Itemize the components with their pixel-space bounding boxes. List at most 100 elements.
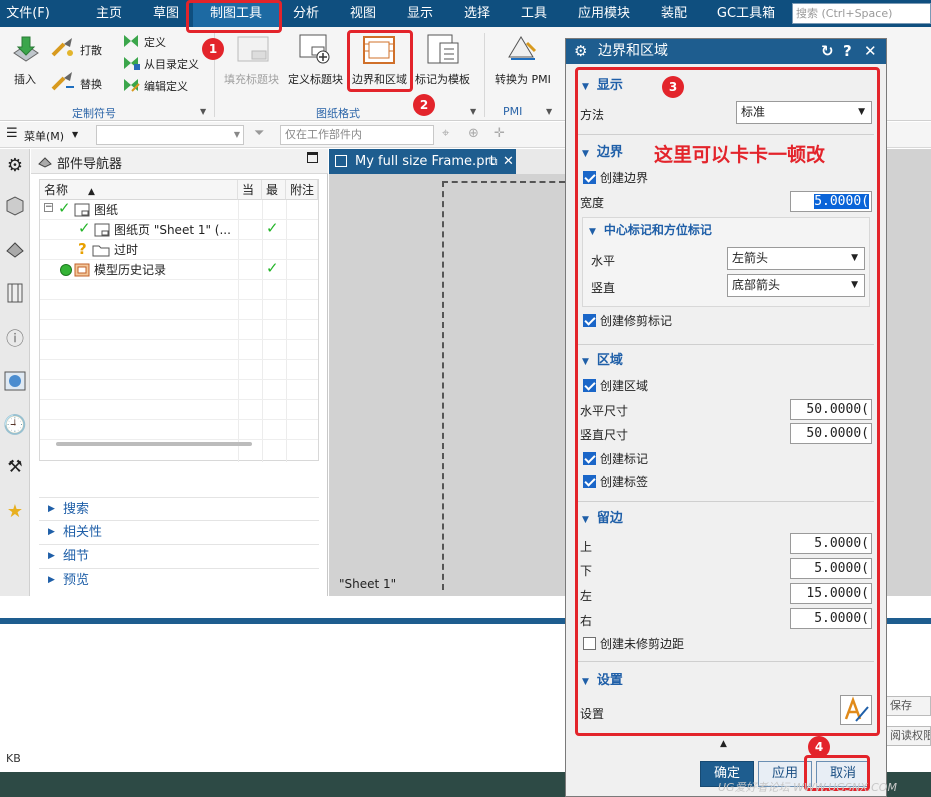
column-current[interactable]: 当: [238, 180, 262, 200]
snap-end-icon[interactable]: ✛: [494, 126, 505, 141]
panel-search[interactable]: ▶ 搜索: [39, 497, 319, 520]
scatter-icon[interactable]: [50, 35, 76, 59]
menu-assembly[interactable]: 装配: [652, 0, 696, 27]
dialog-titlebar[interactable]: ⚙ 边界和区域 ↻ ? ✕: [566, 39, 886, 64]
group-expand-icon[interactable]: ▼: [470, 107, 476, 116]
empty-row: [40, 360, 318, 380]
expand-icon: ▶: [48, 575, 55, 585]
column-name[interactable]: 名称 ▲: [40, 180, 238, 200]
edit-define-icon[interactable]: [122, 77, 140, 93]
empty-row: [40, 300, 318, 320]
filter-icon[interactable]: ⏷: [254, 126, 264, 141]
menu-select[interactable]: 选择: [455, 0, 499, 27]
panel-details[interactable]: ▶ 细节: [39, 544, 319, 567]
menu-application[interactable]: 应用模块: [571, 0, 637, 27]
convert-pmi-label[interactable]: 转换为 PMI: [495, 71, 551, 87]
replace-label[interactable]: 替换: [80, 76, 102, 92]
tree-label: 图纸页 "Sheet 1" (...: [114, 223, 231, 237]
panel-label: 预览: [63, 573, 90, 588]
type-filter-combo[interactable]: ▼: [96, 125, 244, 145]
maximize-icon[interactable]: [307, 152, 318, 163]
help-icon[interactable]: ?: [843, 39, 852, 64]
read-permission-button[interactable]: 阅读权限: [886, 726, 931, 746]
convert-pmi-icon[interactable]: [505, 33, 539, 65]
menu-gc-toolbox[interactable]: GC工具箱: [708, 0, 784, 27]
command-search-input[interactable]: 搜索 (Ctrl+Space): [792, 3, 931, 24]
chevron-down-icon: ▼: [233, 130, 240, 139]
scope-filter-combo[interactable]: 仅在工作部件内: [280, 125, 434, 145]
define-from-dir-label[interactable]: 从目录定义: [144, 56, 199, 72]
history-clock-icon[interactable]: 🕘: [3, 413, 27, 437]
assembly-navigator-icon[interactable]: [3, 193, 27, 217]
close-icon[interactable]: ✕: [864, 39, 877, 64]
dialog-title: 边界和区域: [598, 43, 668, 59]
horizontal-scrollbar[interactable]: [56, 442, 252, 446]
define-from-dir-icon[interactable]: [122, 55, 140, 71]
menu-hamburger-icon[interactable]: ☰: [6, 126, 18, 141]
annotation-badge-1: 1: [202, 38, 224, 60]
document-tab[interactable]: My full size Frame.prt ⧉ ✕: [329, 149, 516, 174]
check-icon: ✓: [78, 219, 91, 237]
column-notes[interactable]: 附注: [286, 180, 318, 200]
status-size: KB: [6, 752, 21, 765]
reuse-library-icon[interactable]: [3, 281, 27, 305]
annotation-badge-3: 3: [662, 76, 684, 98]
menu-sketch[interactable]: 草图: [144, 0, 188, 27]
empty-row: [40, 420, 318, 440]
close-tab-icon[interactable]: ✕: [503, 149, 514, 174]
annotation-box-dialog-body: [575, 67, 880, 736]
menu-view[interactable]: 视图: [341, 0, 385, 27]
empty-row: [40, 280, 318, 300]
define-icon[interactable]: [122, 33, 140, 49]
define-label[interactable]: 定义: [144, 34, 166, 50]
reset-icon[interactable]: ↻: [821, 39, 834, 64]
menu-file[interactable]: 文件(F): [0, 0, 56, 27]
graphics-canvas-right[interactable]: [884, 149, 931, 596]
group-expand-icon[interactable]: ▼: [200, 107, 206, 116]
detach-tab-icon[interactable]: ⧉: [489, 149, 498, 174]
insert-icon[interactable]: [10, 33, 42, 65]
gear-icon[interactable]: ⚙: [3, 155, 27, 179]
column-name-label: 名称: [44, 183, 69, 197]
document-tabbar: My full size Frame.prt ⧉ ✕: [329, 149, 565, 174]
model-history-icon: [74, 263, 90, 277]
tree-row-drawing[interactable]: − ✓ 图纸: [40, 199, 318, 220]
part-file-icon: [335, 155, 347, 167]
menu-analysis[interactable]: 分析: [284, 0, 328, 27]
favorites-star-icon[interactable]: ★: [3, 501, 27, 525]
menu-dropdown-icon[interactable]: ▼: [72, 130, 78, 139]
save-side-button[interactable]: 保存: [886, 696, 931, 716]
define-title-block-icon[interactable]: [298, 33, 332, 65]
snap-icon[interactable]: ⌖: [442, 126, 449, 141]
tools-icon[interactable]: ⚒: [3, 457, 27, 481]
replace-icon[interactable]: [50, 69, 76, 93]
tree-row-sheet[interactable]: ✓ 图纸页 "Sheet 1" (... ✓: [40, 219, 318, 240]
empty-row: [40, 320, 318, 340]
panel-label: 搜索: [63, 502, 90, 517]
empty-row: [40, 400, 318, 420]
menu-home[interactable]: 主页: [86, 0, 132, 27]
info-icon[interactable]: ⓘ: [3, 325, 27, 350]
snap-point-icon[interactable]: ⊕: [468, 126, 479, 141]
mark-template-icon[interactable]: [426, 33, 460, 65]
mark-template-label[interactable]: 标记为模板: [415, 71, 470, 87]
part-navigator-icon[interactable]: [3, 235, 27, 259]
resource-bar: ⚙ ⓘ 🕘 ⚒ ★: [0, 149, 30, 596]
menu-display[interactable]: 显示: [398, 0, 442, 27]
scatter-label[interactable]: 打散: [80, 42, 102, 58]
web-browser-icon[interactable]: [3, 369, 27, 393]
menu-button[interactable]: 菜单(M): [24, 128, 64, 144]
annotation-box-drafting-tools: [186, 0, 282, 33]
collapse-toggle-icon[interactable]: −: [44, 203, 53, 212]
tree-row-outdated[interactable]: ? 过时: [40, 240, 318, 260]
column-latest[interactable]: 最: [262, 180, 286, 200]
status-dot-icon: [60, 264, 72, 276]
group-expand-icon[interactable]: ▼: [546, 107, 552, 116]
tree-row-model-history[interactable]: 模型历史记录 ✓: [40, 259, 318, 280]
edit-define-label[interactable]: 编辑定义: [144, 78, 188, 94]
define-title-block-label[interactable]: 定义标题块: [288, 71, 343, 87]
panel-preview[interactable]: ▶ 预览: [39, 568, 319, 591]
collapse-dialog-icon[interactable]: ▲: [720, 739, 727, 749]
menu-tools[interactable]: 工具: [512, 0, 556, 27]
panel-dependency[interactable]: ▶ 相关性: [39, 520, 319, 543]
